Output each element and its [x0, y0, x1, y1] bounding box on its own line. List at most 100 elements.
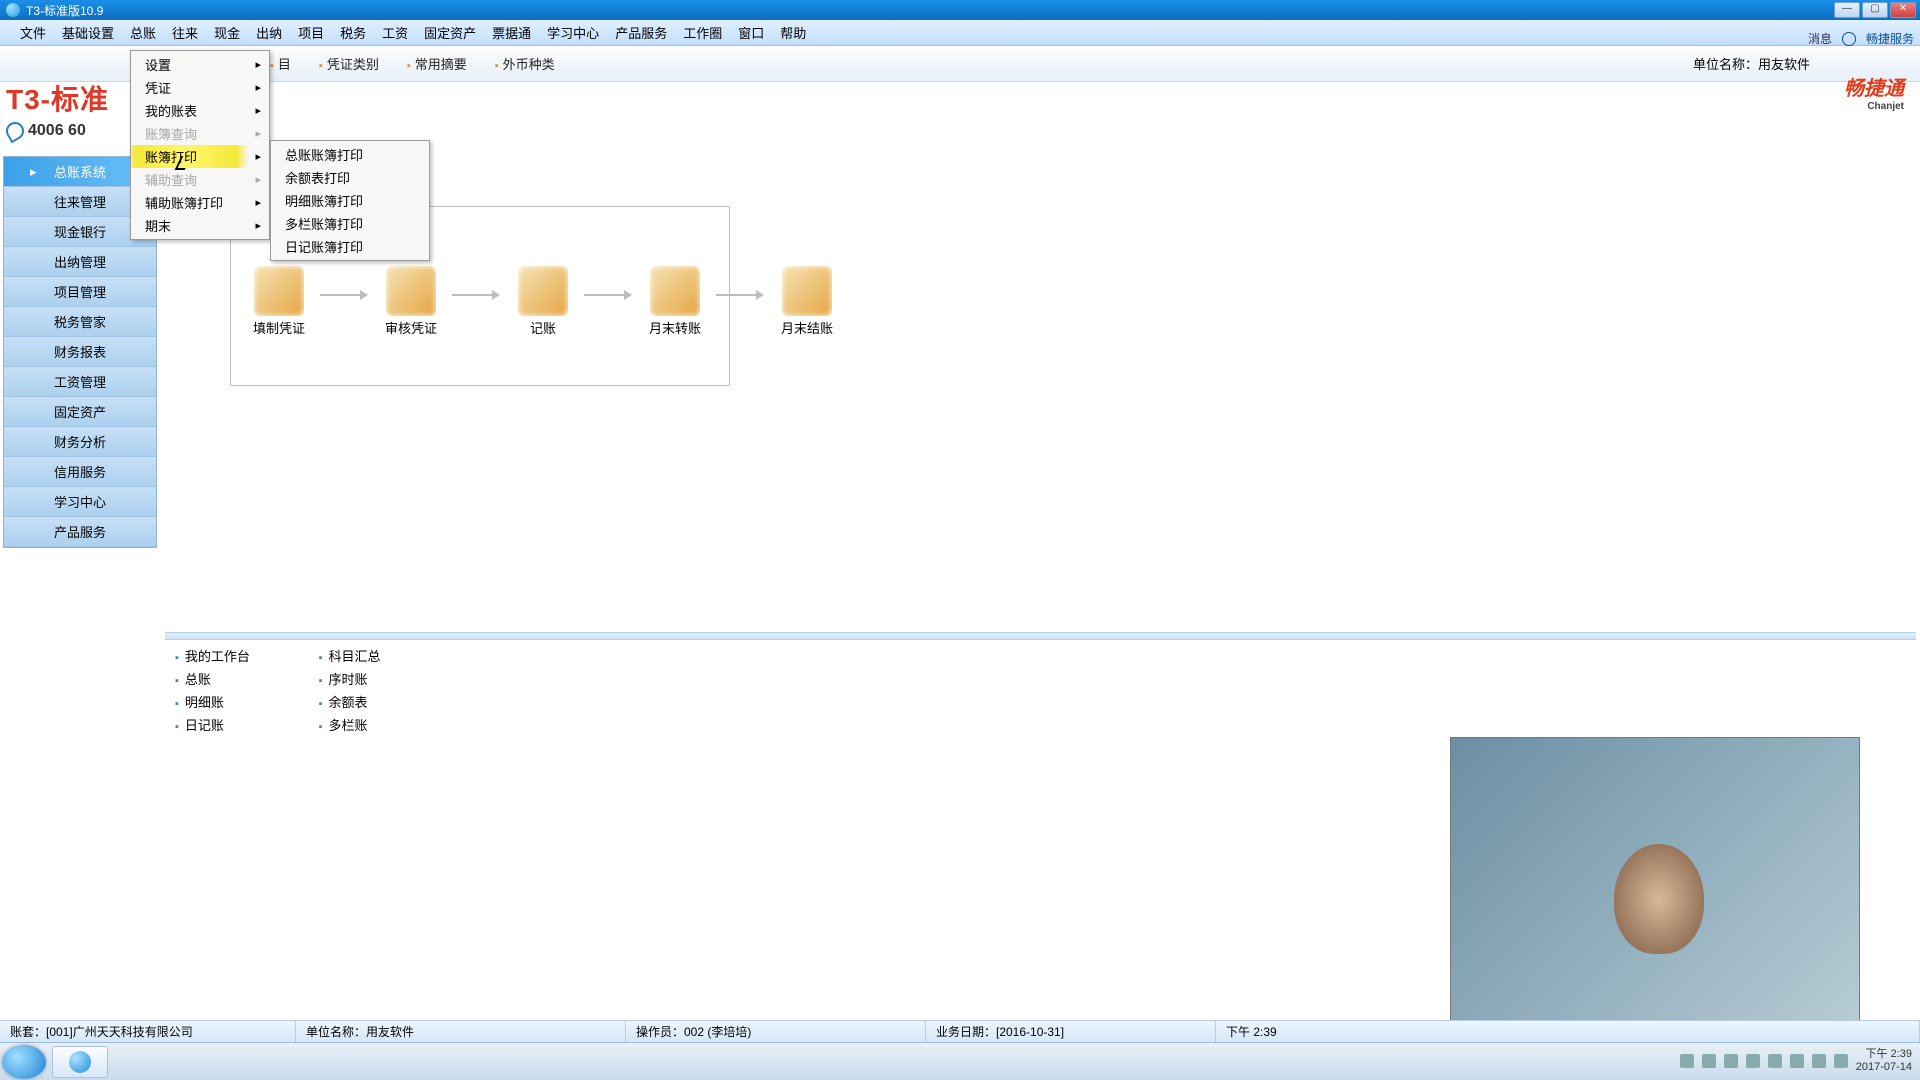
maximize-button[interactable]: ▢ — [1862, 2, 1888, 18]
menu-bar: 文件 基础设置 总账 往来 现金 出纳 项目 税务 工资 固定资产 票据通 学习… — [0, 20, 1920, 46]
tool-subject[interactable]: 目 — [270, 54, 291, 73]
sidebar-item-project[interactable]: 项目管理 — [4, 277, 156, 307]
sub-multi-print[interactable]: 多栏账簿打印 — [271, 212, 429, 235]
chanjet-logo: 畅捷通 Chanjet — [1844, 72, 1904, 112]
start-button[interactable] — [2, 1045, 46, 1079]
sub-detail-print[interactable]: 明细账簿打印 — [271, 189, 429, 212]
toolbar-company-label: 单位名称： — [1693, 57, 1758, 72]
tool-foreign-currency[interactable]: 外币种类 — [495, 54, 555, 73]
menu-learn[interactable]: 学习中心 — [539, 20, 607, 45]
menu-contacts[interactable]: 往来 — [164, 20, 206, 45]
messages-link[interactable]: 消息 — [1808, 30, 1832, 47]
tray-icon[interactable] — [1812, 1054, 1826, 1068]
sidebar-item-learn[interactable]: 学习中心 — [4, 487, 156, 517]
tray-icon[interactable] — [1680, 1054, 1694, 1068]
lp-journal[interactable]: 日记账 — [175, 715, 315, 734]
sidebar-item-fa[interactable]: 固定资产 — [4, 397, 156, 427]
lp-multi[interactable]: 多栏账 — [319, 715, 459, 734]
lp-workbench[interactable]: 我的工作台 — [175, 646, 315, 665]
dd-aux-print[interactable]: 辅助账簿打印 — [131, 191, 269, 214]
menu-cash[interactable]: 现金 — [206, 20, 248, 45]
arrow-icon — [584, 290, 632, 300]
menu-tax[interactable]: 税务 — [332, 20, 374, 45]
wf-label-fill: 填制凭证 — [253, 321, 305, 336]
service-link[interactable]: 畅捷服务 — [1866, 30, 1914, 47]
menu-gl[interactable]: 总账 — [122, 20, 164, 45]
lp-balance[interactable]: 余额表 — [319, 692, 459, 711]
dd-periodend[interactable]: 期末 — [131, 214, 269, 237]
dd-setup[interactable]: 设置 — [131, 53, 269, 76]
lp-chrono[interactable]: 序时账 — [319, 669, 459, 688]
wf-node-audit[interactable]: 审核凭证 — [376, 266, 446, 337]
status-bar: 账套：[001]广州天天科技有限公司 单位名称：用友软件 操作员：002 (李培… — [0, 1020, 1920, 1042]
sidebar-item-product[interactable]: 产品服务 — [4, 517, 156, 547]
menu-bill[interactable]: 票据通 — [484, 20, 539, 45]
wf-node-transfer[interactable]: 月末转账 — [640, 266, 710, 337]
lp-summary[interactable]: 科目汇总 — [319, 646, 459, 665]
dd-voucher[interactable]: 凭证 — [131, 76, 269, 99]
close-period-icon — [782, 266, 832, 316]
taskbar-app-button[interactable] — [52, 1046, 108, 1078]
tool-common-summary[interactable]: 常用摘要 — [407, 54, 467, 73]
menu-product[interactable]: 产品服务 — [607, 20, 675, 45]
speaker-icon[interactable] — [1834, 1054, 1848, 1068]
menu-help[interactable]: 帮助 — [772, 20, 814, 45]
status-account: 账套：[001]广州天天科技有限公司 — [0, 1021, 296, 1042]
panel-divider — [165, 632, 1916, 640]
tray-time: 下午 2:39 — [1856, 1048, 1912, 1061]
wf-label-audit: 审核凭证 — [385, 321, 437, 336]
toolbar-company-value: 用友软件 — [1758, 57, 1810, 72]
taskbar: 下午 2:39 2017-07-14 — [0, 1042, 1920, 1080]
sidebar-item-analysis[interactable]: 财务分析 — [4, 427, 156, 457]
webcam-overlay — [1450, 737, 1860, 1042]
product-logo: T3-标准 — [6, 78, 109, 118]
sidebar-item-cashier[interactable]: 出纳管理 — [4, 247, 156, 277]
tray-icon[interactable] — [1702, 1054, 1716, 1068]
dd-aux-query[interactable]: 辅助查询 — [131, 168, 269, 191]
lp-gl[interactable]: 总账 — [175, 669, 315, 688]
status-company: 单位名称：用友软件 — [296, 1021, 626, 1042]
arrow-icon — [320, 290, 368, 300]
wf-node-close[interactable]: 月末结账 — [772, 266, 842, 337]
menu-salary[interactable]: 工资 — [374, 20, 416, 45]
tool-voucher-type[interactable]: 凭证类别 — [319, 54, 379, 73]
sidebar-item-report[interactable]: 财务报表 — [4, 337, 156, 367]
menu-project[interactable]: 项目 — [290, 20, 332, 45]
post-icon — [518, 266, 568, 316]
sidebar-item-tax[interactable]: 税务管家 — [4, 307, 156, 337]
menu-fixedasset[interactable]: 固定资产 — [416, 20, 484, 45]
wf-node-post[interactable]: 记账 — [508, 266, 578, 337]
tray-clock[interactable]: 下午 2:39 2017-07-14 — [1856, 1048, 1912, 1074]
window-controls: — ▢ ✕ — [1834, 2, 1916, 18]
lp-detail[interactable]: 明细账 — [175, 692, 315, 711]
menu-workcircle[interactable]: 工作圈 — [675, 20, 730, 45]
menu-cashier[interactable]: 出纳 — [248, 20, 290, 45]
arrow-icon — [452, 290, 500, 300]
close-button[interactable]: ✕ — [1890, 2, 1916, 18]
dd-book-query[interactable]: 账簿查询 — [131, 122, 269, 145]
minimize-button[interactable]: — — [1834, 2, 1860, 18]
menu-file[interactable]: 文件 — [12, 20, 54, 45]
menu-basicset[interactable]: 基础设置 — [54, 20, 122, 45]
status-bizdate: 业务日期：[2016-10-31] — [926, 1021, 1216, 1042]
dd-myreport[interactable]: 我的账表 — [131, 99, 269, 122]
tray-icon[interactable] — [1746, 1054, 1760, 1068]
cursor-icon — [178, 156, 190, 174]
sidebar-item-credit[interactable]: 信用服务 — [4, 457, 156, 487]
wf-label-post: 记账 — [530, 321, 556, 336]
phone-icon — [3, 119, 28, 144]
voucher-icon — [254, 266, 304, 316]
sidebar-item-salary[interactable]: 工资管理 — [4, 367, 156, 397]
menu-window[interactable]: 窗口 — [730, 20, 772, 45]
tray-icon[interactable] — [1724, 1054, 1738, 1068]
dd-book-print[interactable]: 账簿打印 — [131, 145, 269, 168]
sub-balance-print[interactable]: 余额表打印 — [271, 166, 429, 189]
window-title: T3-标准版10.9 — [26, 2, 103, 19]
tray-icon[interactable] — [1768, 1054, 1782, 1068]
wf-node-fill[interactable]: 填制凭证 — [244, 266, 314, 337]
tray-date: 2017-07-14 — [1856, 1061, 1912, 1074]
sub-journal-print[interactable]: 日记账簿打印 — [271, 235, 429, 258]
tray-icon[interactable] — [1790, 1054, 1804, 1068]
sub-gl-print[interactable]: 总账账簿打印 — [271, 143, 429, 166]
book-print-submenu: 总账账簿打印 余额表打印 明细账簿打印 多栏账簿打印 日记账簿打印 — [270, 140, 430, 261]
